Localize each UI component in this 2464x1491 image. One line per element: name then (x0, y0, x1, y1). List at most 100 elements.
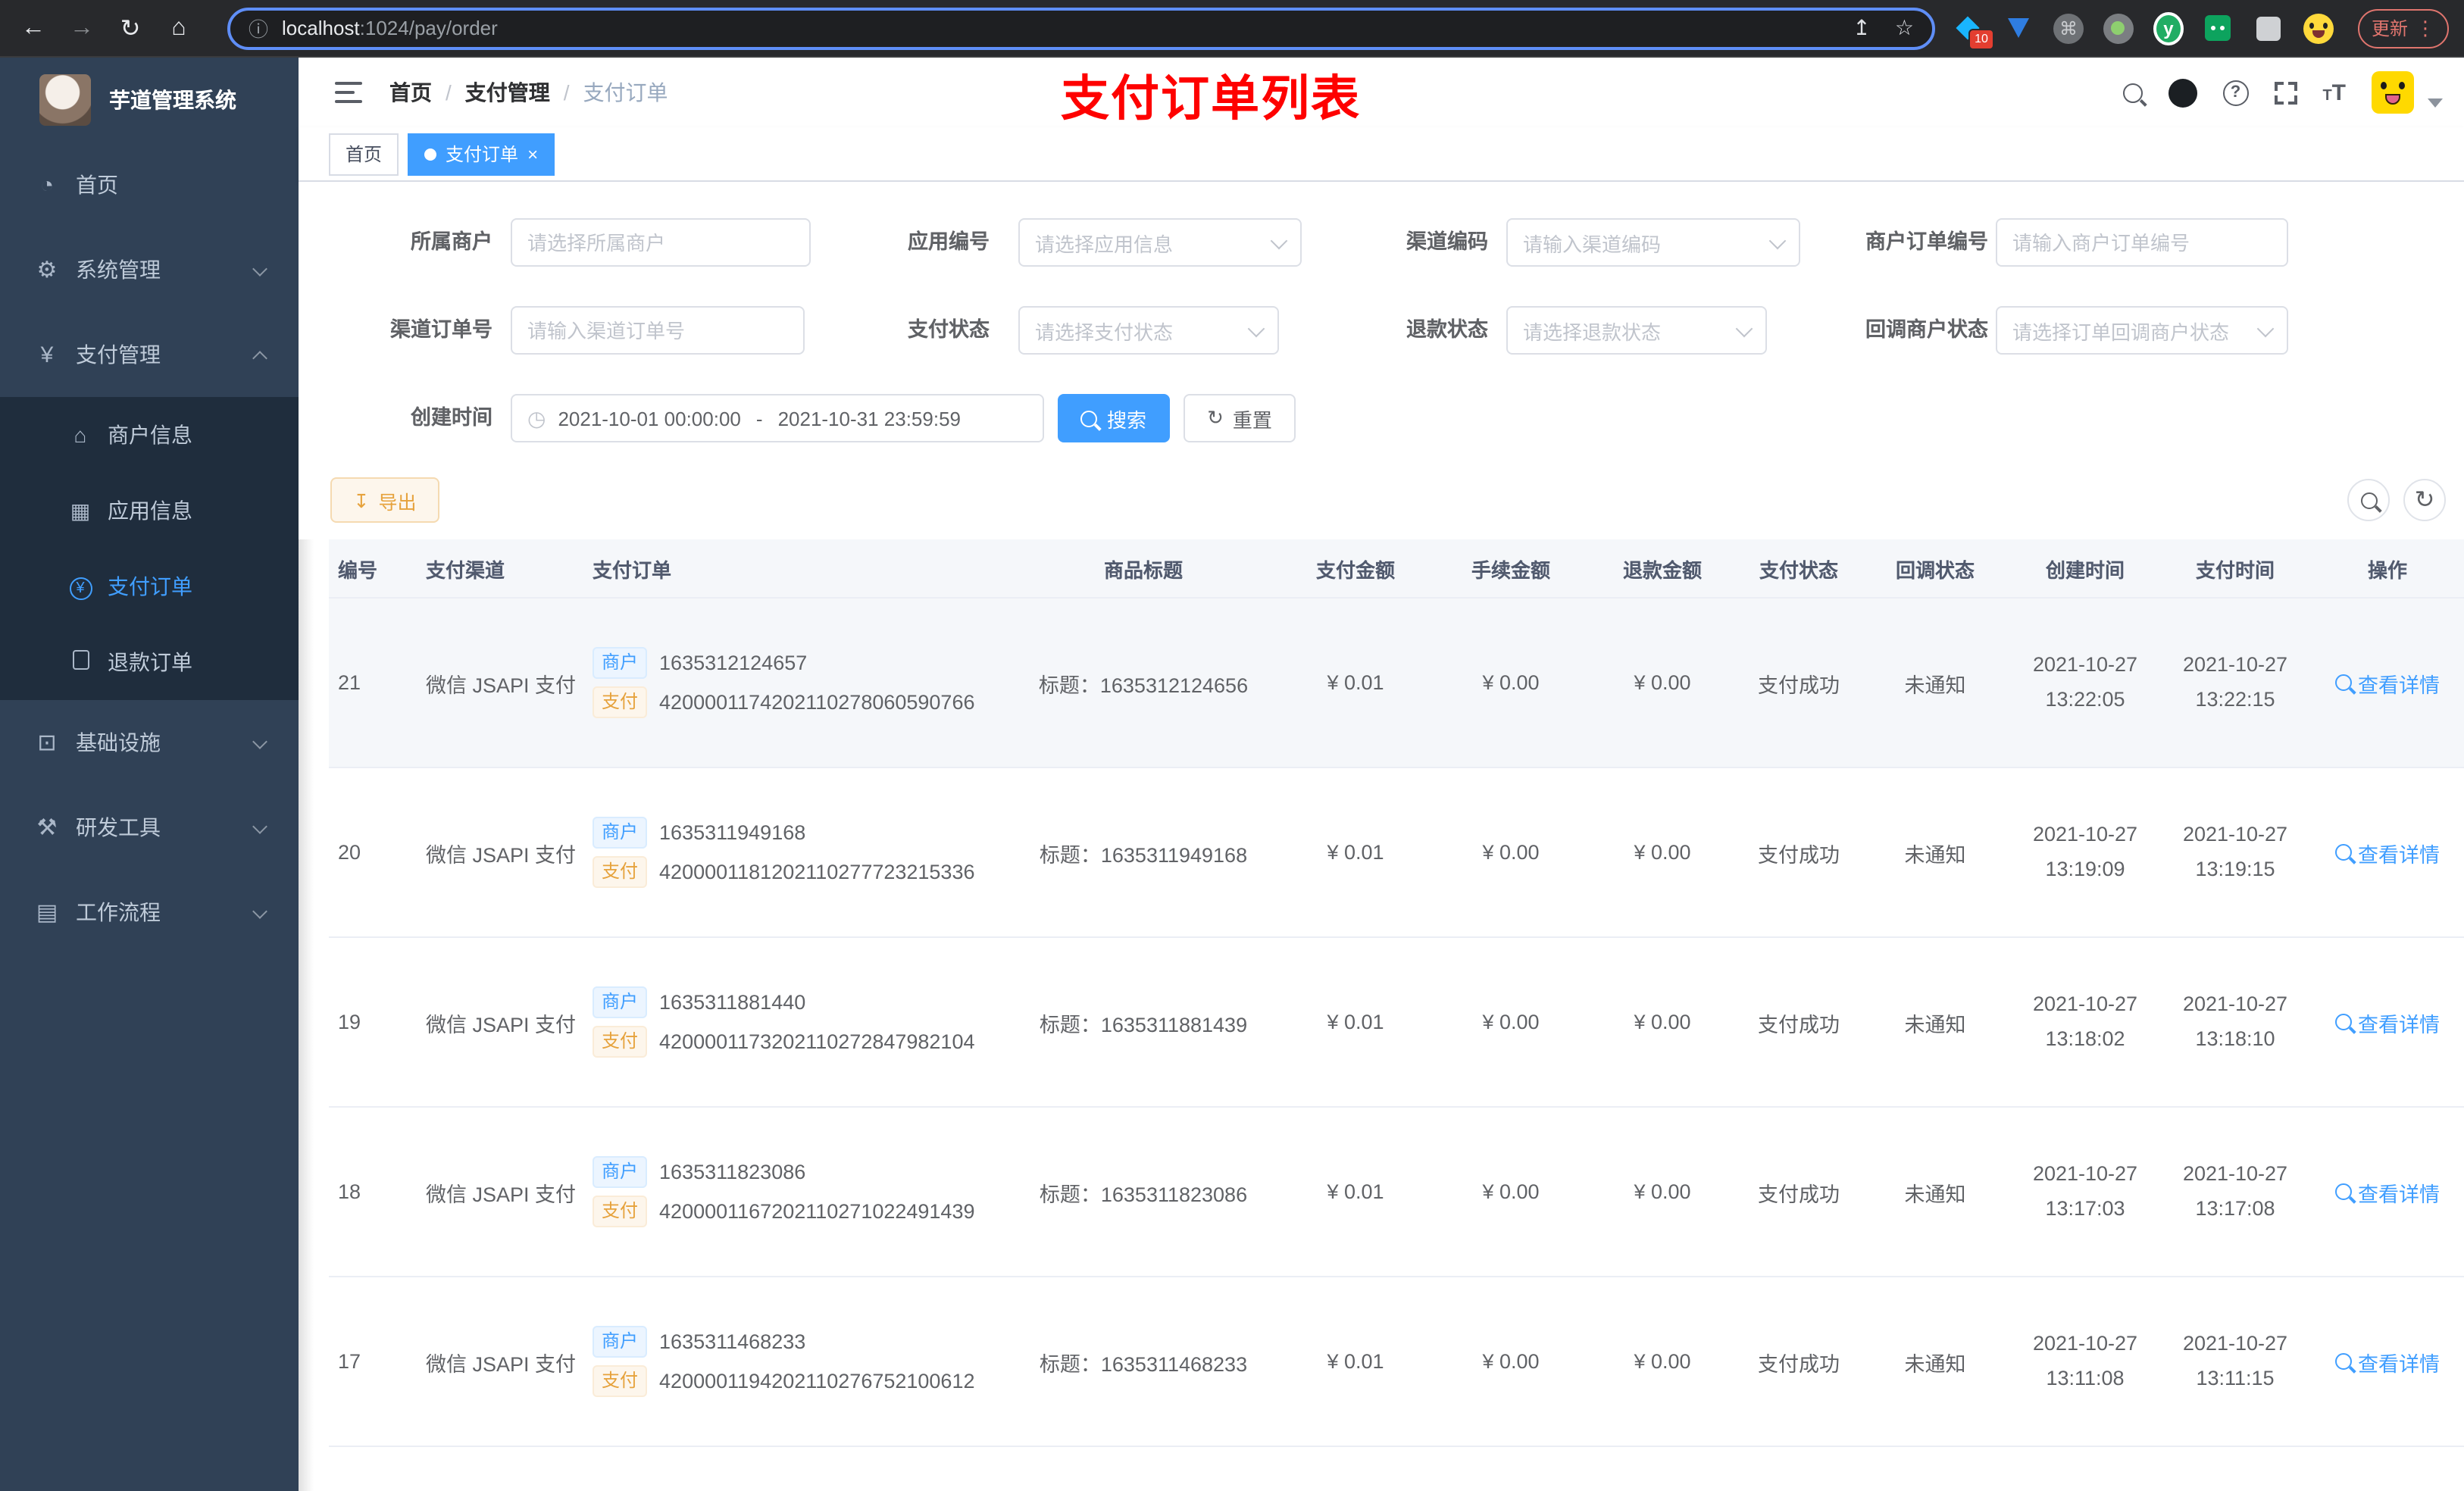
share-icon[interactable]: ↥ (1853, 15, 1870, 41)
monitor-icon: ⊡ (37, 730, 57, 756)
table-row: 19 微信 JSAPI 支付 商户 1635311881440 支付 4200001… (329, 938, 2464, 1108)
pay-order-table: 编号 支付渠道 支付订单 商品标题 支付金额 手续金额 退款金额 支付状态 回调… (329, 539, 2464, 1491)
view-detail-link[interactable]: 查看详情 (2335, 1177, 2440, 1207)
tab-pay-order[interactable]: 支付订单 × (408, 133, 555, 175)
notify-status-filter-label: 回调商户状态 (1865, 318, 1988, 341)
chevron-down-icon (1768, 231, 1787, 249)
chat-extension-icon[interactable] (2203, 13, 2234, 43)
reload-icon[interactable]: ↻ (112, 10, 149, 46)
clock-icon: ◷ (527, 405, 546, 430)
refund-status-filter-label: 退款状态 (1406, 318, 1488, 341)
pay-order-cell: 商户 1635311468233 支付 4200001194202110276752… (586, 1318, 1011, 1405)
merchant-tag: 商户 (593, 1156, 648, 1188)
chevron-down-icon (252, 261, 267, 277)
channel-code-filter-select[interactable]: 请输入渠道编码 (1506, 218, 1800, 267)
bookmark-star-icon[interactable]: ☆ (1895, 15, 1914, 41)
grid-icon: ▦ (70, 498, 91, 522)
breadcrumb-payment[interactable]: 支付管理 (465, 77, 550, 108)
fullscreen-icon[interactable] (2274, 81, 2297, 104)
github-icon[interactable] (2168, 78, 2197, 107)
refund-status-filter-select[interactable]: 请选择退款状态 (1506, 306, 1767, 355)
site-info-icon[interactable]: ⓘ (249, 14, 268, 42)
app-root: ← → ↻ ⌂ ⓘ localhost:1024/pay/order ↥ ☆ 1… (0, 0, 2464, 1491)
dashboard-icon: ◔ (39, 172, 55, 198)
sidebar-item-dev-tools[interactable]: ⚒ 研发工具 (0, 785, 299, 870)
chevron-up-icon (252, 351, 267, 366)
export-button[interactable]: ↧ 导出 (330, 477, 439, 523)
forward-icon[interactable]: → (64, 10, 100, 46)
home-icon[interactable]: ⌂ (161, 10, 197, 46)
extension-badge-icon[interactable]: 10 (1953, 13, 1994, 49)
table-row: 20 微信 JSAPI 支付 商户 1635311949168 支付 4200001… (329, 768, 2464, 938)
sketch-extension-icon[interactable] (2003, 13, 2034, 43)
sidebar-toggle-icon[interactable] (335, 82, 362, 103)
yudao-extension-icon[interactable]: y (2153, 11, 2184, 45)
page: 芋道管理系统 ◔ 首页 ⚙ 系统管理 ¥ 支付管理 ⌂ 商户信息 ▦ 应用信息 … (0, 58, 2464, 1491)
sidebar-item-home[interactable]: ◔ 首页 (0, 142, 299, 227)
notify-status-filter-select[interactable]: 请选择订单回调商户状态 (1996, 306, 2288, 355)
channel-code-filter-label: 渠道编码 (1406, 230, 1488, 253)
help-icon[interactable]: ? (2222, 80, 2249, 105)
yen-icon: ¥ (40, 342, 54, 367)
user-dropdown-caret-icon[interactable] (2428, 98, 2443, 108)
merchant-tag: 商户 (593, 817, 648, 849)
sidebar-item-infra[interactable]: ⊡ 基础设施 (0, 700, 299, 785)
toolbox-icon: ⚒ (36, 815, 58, 841)
sidebar-item-refund-order[interactable]: 退款订单 (0, 624, 299, 700)
table-row: 17 微信 JSAPI 支付 商户 1635311468233 支付 4200001… (329, 1277, 2464, 1447)
store-icon: ⌂ (73, 423, 87, 447)
font-size-icon[interactable]: TT (2322, 80, 2346, 105)
breadcrumb-home[interactable]: 首页 (389, 77, 432, 108)
app-title: 芋道管理系统 (109, 88, 236, 112)
sidebar-item-pay-order[interactable]: ¥ 支付订单 (0, 549, 299, 624)
logo-avatar (39, 74, 91, 126)
chevron-down-icon (2256, 319, 2275, 337)
content: 所属商户 应用编号 请选择应用信息 渠道编码 请输入渠道编码 商户订单编号 (299, 182, 2464, 1491)
address-bar[interactable]: ⓘ localhost:1024/pay/order ↥ ☆ (227, 7, 1935, 49)
pay-tag: 支付 (593, 1196, 648, 1227)
user-avatar[interactable] (2372, 71, 2414, 114)
active-tab-dot (424, 148, 437, 160)
tab-close-icon[interactable]: × (527, 143, 538, 164)
browser-menu-icon[interactable]: ⋮ (2416, 16, 2435, 40)
channel-order-no-filter-input[interactable] (511, 306, 805, 355)
extensions-puzzle-icon[interactable] (2253, 13, 2284, 43)
toggle-search-button[interactable] (2347, 479, 2390, 521)
view-detail-link[interactable]: 查看详情 (2335, 1007, 2440, 1037)
sidebar-item-merchant-info[interactable]: ⌂ 商户信息 (0, 397, 299, 473)
search-button[interactable]: 搜索 (1058, 394, 1170, 442)
reset-button[interactable]: ↻ 重置 (1184, 394, 1296, 442)
back-icon[interactable]: ← (15, 10, 52, 46)
view-detail-link[interactable]: 查看详情 (2335, 1346, 2440, 1377)
pay-order-cell: 商户 1635311881440 支付 4200001173202110272847… (586, 979, 1011, 1065)
merchant-filter-input[interactable] (511, 218, 811, 267)
sidebar-item-workflow[interactable]: ▤ 工作流程 (0, 870, 299, 955)
refresh-table-button[interactable]: ↻ (2403, 479, 2446, 521)
merchant-order-no-filter-input[interactable] (1996, 218, 2288, 267)
pay-status-filter-label: 支付状态 (908, 318, 990, 341)
pay-status-filter-select[interactable]: 请选择支付状态 (1018, 306, 1279, 355)
view-detail-link[interactable]: 查看详情 (2335, 837, 2440, 867)
profile-avatar-icon[interactable] (2303, 13, 2334, 43)
search-icon (2335, 1353, 2352, 1370)
pay-order-cell: 商户 1635311823086 支付 4200001167202110271022… (586, 1149, 1011, 1235)
view-detail-link[interactable]: 查看详情 (2335, 667, 2440, 698)
chevron-down-icon (1247, 319, 1265, 337)
search-icon[interactable] (2122, 83, 2143, 102)
sidebar-item-app-info[interactable]: ▦ 应用信息 (0, 473, 299, 549)
create-time-range-picker[interactable]: ◷ 2021-10-01 00:00:00 - 2021-10-31 23:59… (511, 394, 1044, 442)
browser-update-button[interactable]: 更新 ⋮ (2357, 8, 2449, 48)
recorder-extension-icon[interactable] (2103, 13, 2134, 43)
chevron-down-icon (1270, 231, 1288, 249)
app-filter-select[interactable]: 请选择应用信息 (1018, 218, 1302, 267)
url-text[interactable]: localhost:1024/pay/order (282, 17, 1828, 39)
tab-home[interactable]: 首页 (329, 133, 399, 175)
sidebar-item-payment[interactable]: ¥ 支付管理 (0, 312, 299, 397)
breadcrumb: 首页 / 支付管理 / 支付订单 (389, 77, 668, 108)
yen-circle-icon: ¥ (67, 573, 94, 600)
search-icon (2335, 674, 2352, 691)
sidebar-item-system[interactable]: ⚙ 系统管理 (0, 227, 299, 312)
browser-chrome: ← → ↻ ⌂ ⓘ localhost:1024/pay/order ↥ ☆ 1… (0, 0, 2464, 58)
chevron-down-icon (1735, 319, 1753, 337)
command-extension-icon[interactable]: ⌘ (2053, 13, 2084, 43)
